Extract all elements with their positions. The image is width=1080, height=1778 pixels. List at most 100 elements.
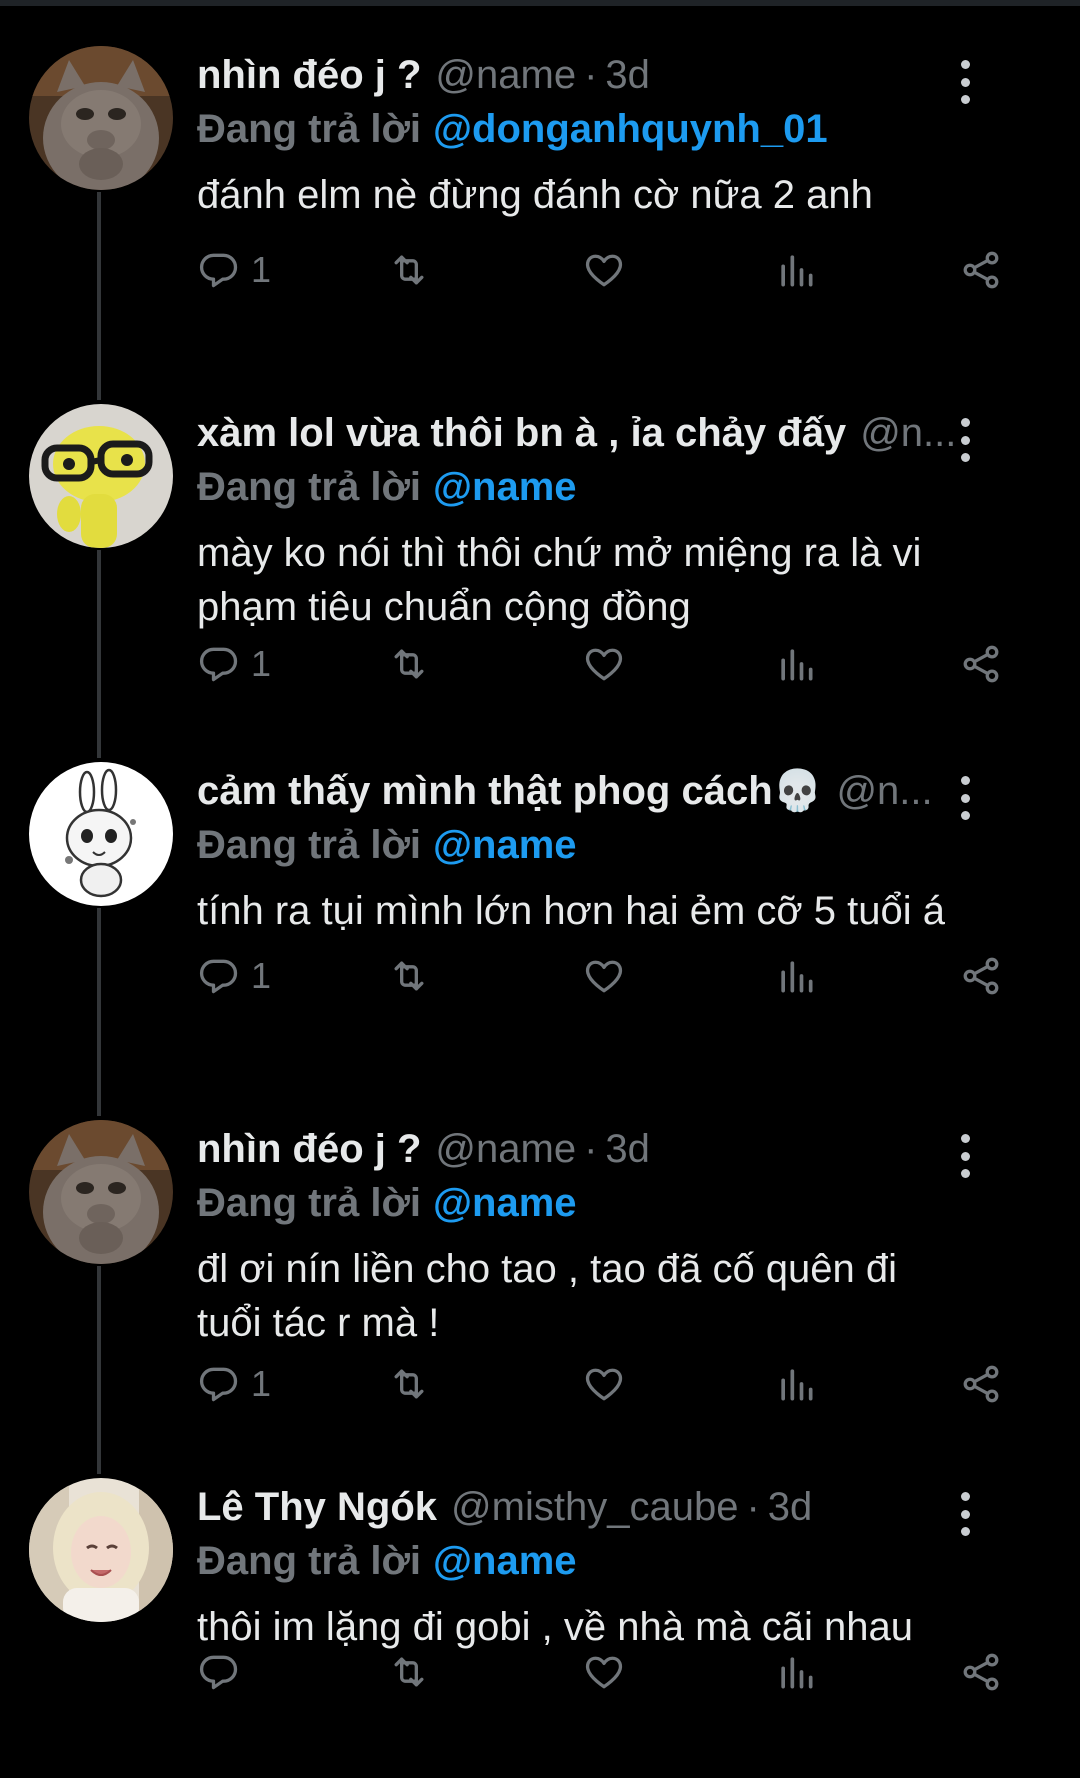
- like-button[interactable]: [582, 1644, 626, 1700]
- reply-button[interactable]: 1: [197, 636, 271, 692]
- retweet-icon: [394, 1657, 424, 1687]
- replying-to: Đang trả lời @name: [197, 460, 1017, 514]
- user-handle[interactable]: @misthy_caube: [451, 1480, 738, 1534]
- replying-to-label: Đang trả lời: [197, 823, 422, 867]
- replying-to-handle[interactable]: @name: [433, 823, 577, 867]
- separator-dot: ·: [584, 53, 598, 97]
- display-name[interactable]: nhìn đéo j ?: [197, 48, 421, 102]
- display-name[interactable]: Lê Thy Ngók: [197, 1480, 437, 1534]
- display-name[interactable]: xàm lol vừa thôi bn à , ỉa chảy đấy: [197, 406, 846, 460]
- views-button[interactable]: [774, 1644, 818, 1700]
- reply-count: 1: [251, 249, 272, 290]
- tweet-content: nhìn đéo j ? @name · 3d Đang trả lời @nam…: [197, 1122, 1017, 1350]
- reply-button[interactable]: 1: [197, 948, 271, 1004]
- user-handle[interactable]: @n...: [836, 764, 932, 818]
- retweet-button[interactable]: [387, 1644, 431, 1700]
- avatar[interactable]: [29, 762, 173, 906]
- separator-dot: ·: [584, 1127, 598, 1171]
- replying-to-label: Đang trả lời: [197, 107, 422, 151]
- replying-to-handle[interactable]: @donganhquynh_01: [433, 107, 828, 151]
- tweet-text: đl ơi nín liền cho tao , tao đã cố quên …: [197, 1242, 1027, 1350]
- replying-to: Đang trả lời @name: [197, 818, 1017, 872]
- share-button[interactable]: [959, 1356, 1003, 1412]
- tweet-text: tính ra tụi mình lớn hơn hai ẻm cỡ 5 tuổ…: [197, 884, 1027, 938]
- user-handle[interactable]: @name: [435, 1122, 576, 1176]
- reply-button[interactable]: [197, 1644, 251, 1700]
- replying-to: Đang trả lời @name: [197, 1176, 1017, 1230]
- tweet[interactable]: Lê Thy Ngók @misthy_caube · 3d Đang trả …: [0, 1438, 1080, 1778]
- like-button[interactable]: [582, 242, 626, 298]
- like-button[interactable]: [582, 1356, 626, 1412]
- retweet-button[interactable]: [387, 948, 431, 1004]
- timestamp[interactable]: 3d: [768, 1480, 813, 1534]
- timestamp[interactable]: 3d: [605, 48, 650, 102]
- tweet-header: xàm lol vừa thôi bn à , ỉa chảy đấy @n..…: [197, 406, 997, 460]
- views-button[interactable]: [774, 1356, 818, 1412]
- more-options-icon[interactable]: [959, 776, 971, 820]
- share-icon: [963, 957, 999, 995]
- like-button[interactable]: [582, 948, 626, 1004]
- tweet[interactable]: nhìn đéo j ? @name · 3d Đang trả lời @don…: [0, 6, 1080, 400]
- more-options-icon[interactable]: [959, 1492, 971, 1536]
- reply-button[interactable]: 1: [197, 1356, 271, 1412]
- retweet-icon: [394, 961, 424, 991]
- reply-button[interactable]: 1: [197, 242, 271, 298]
- views-button[interactable]: [774, 242, 818, 298]
- tweet-content: nhìn đéo j ? @name · 3d Đang trả lời @don…: [197, 48, 1017, 222]
- like-button[interactable]: [582, 636, 626, 692]
- views-chart-icon: [781, 255, 813, 287]
- views-chart-icon: [781, 1657, 813, 1689]
- replying-to-label: Đang trả lời: [197, 465, 422, 509]
- action-bar: 1: [197, 242, 1017, 298]
- display-name[interactable]: cảm thấy mình thật phog cách💀: [197, 764, 822, 818]
- action-bar: 1: [197, 1356, 1017, 1412]
- action-bar: [197, 1644, 1017, 1700]
- share-icon: [963, 251, 999, 289]
- user-handle[interactable]: @name: [435, 48, 576, 102]
- yellow-figure-avatar-image: [29, 404, 173, 548]
- more-options-icon[interactable]: [959, 60, 971, 104]
- tweet[interactable]: xàm lol vừa thôi bn à , ỉa chảy đấy @n..…: [0, 364, 1080, 758]
- avatar[interactable]: [29, 46, 173, 190]
- avatar[interactable]: [29, 1478, 173, 1622]
- replying-to-label: Đang trả lời: [197, 1539, 422, 1583]
- views-button[interactable]: [774, 636, 818, 692]
- replying-to-label: Đang trả lời: [197, 1181, 422, 1225]
- views-chart-icon: [781, 649, 813, 681]
- more-options-icon[interactable]: [959, 1134, 971, 1178]
- views-button[interactable]: [774, 948, 818, 1004]
- replying-to-handle[interactable]: @name: [433, 1181, 577, 1225]
- tweet-text-line: mày ko nói thì thôi chứ mở miệng ra là v…: [197, 531, 922, 575]
- tweet-header: nhìn đéo j ? @name · 3d: [197, 1122, 997, 1176]
- tweet-content: Lê Thy Ngók @misthy_caube · 3d Đang trả …: [197, 1480, 1017, 1654]
- timestamp[interactable]: 3d: [605, 1122, 650, 1176]
- views-chart-icon: [781, 1369, 813, 1401]
- tweet-header: Lê Thy Ngók @misthy_caube · 3d: [197, 1480, 997, 1534]
- retweet-button[interactable]: [387, 1356, 431, 1412]
- action-bar: 1: [197, 948, 1017, 1004]
- share-icon: [963, 645, 999, 683]
- share-button[interactable]: [959, 242, 1003, 298]
- heart-icon: [585, 960, 623, 993]
- tweet-text: đánh elm nè đừng đánh cờ nữa 2 anh: [197, 168, 1027, 222]
- tweet-header: cảm thấy mình thật phog cách💀 @n...: [197, 764, 997, 818]
- reply-bubble-icon: [199, 253, 238, 288]
- user-handle[interactable]: @n...: [860, 406, 956, 460]
- heart-icon: [585, 254, 623, 287]
- share-button[interactable]: [959, 948, 1003, 1004]
- avatar[interactable]: [29, 1120, 173, 1264]
- retweet-button[interactable]: [387, 242, 431, 298]
- share-button[interactable]: [959, 636, 1003, 692]
- replying-to-handle[interactable]: @name: [433, 1539, 577, 1583]
- more-options-icon[interactable]: [959, 418, 971, 462]
- tweet-text-line: tính ra tụi mình lớn hơn hai ẻm cỡ 5 tuổ…: [197, 889, 945, 933]
- tweet[interactable]: nhìn đéo j ? @name · 3d Đang trả lời @nam…: [0, 1080, 1080, 1474]
- replying-to-handle[interactable]: @name: [433, 465, 577, 509]
- retweet-button[interactable]: [387, 636, 431, 692]
- display-name[interactable]: nhìn đéo j ?: [197, 1122, 421, 1176]
- tweet[interactable]: cảm thấy mình thật phog cách💀 @n... Đang…: [0, 722, 1080, 1116]
- avatar[interactable]: [29, 404, 173, 548]
- retweet-icon: [394, 649, 424, 679]
- heart-icon: [585, 1368, 623, 1401]
- share-button[interactable]: [959, 1644, 1003, 1700]
